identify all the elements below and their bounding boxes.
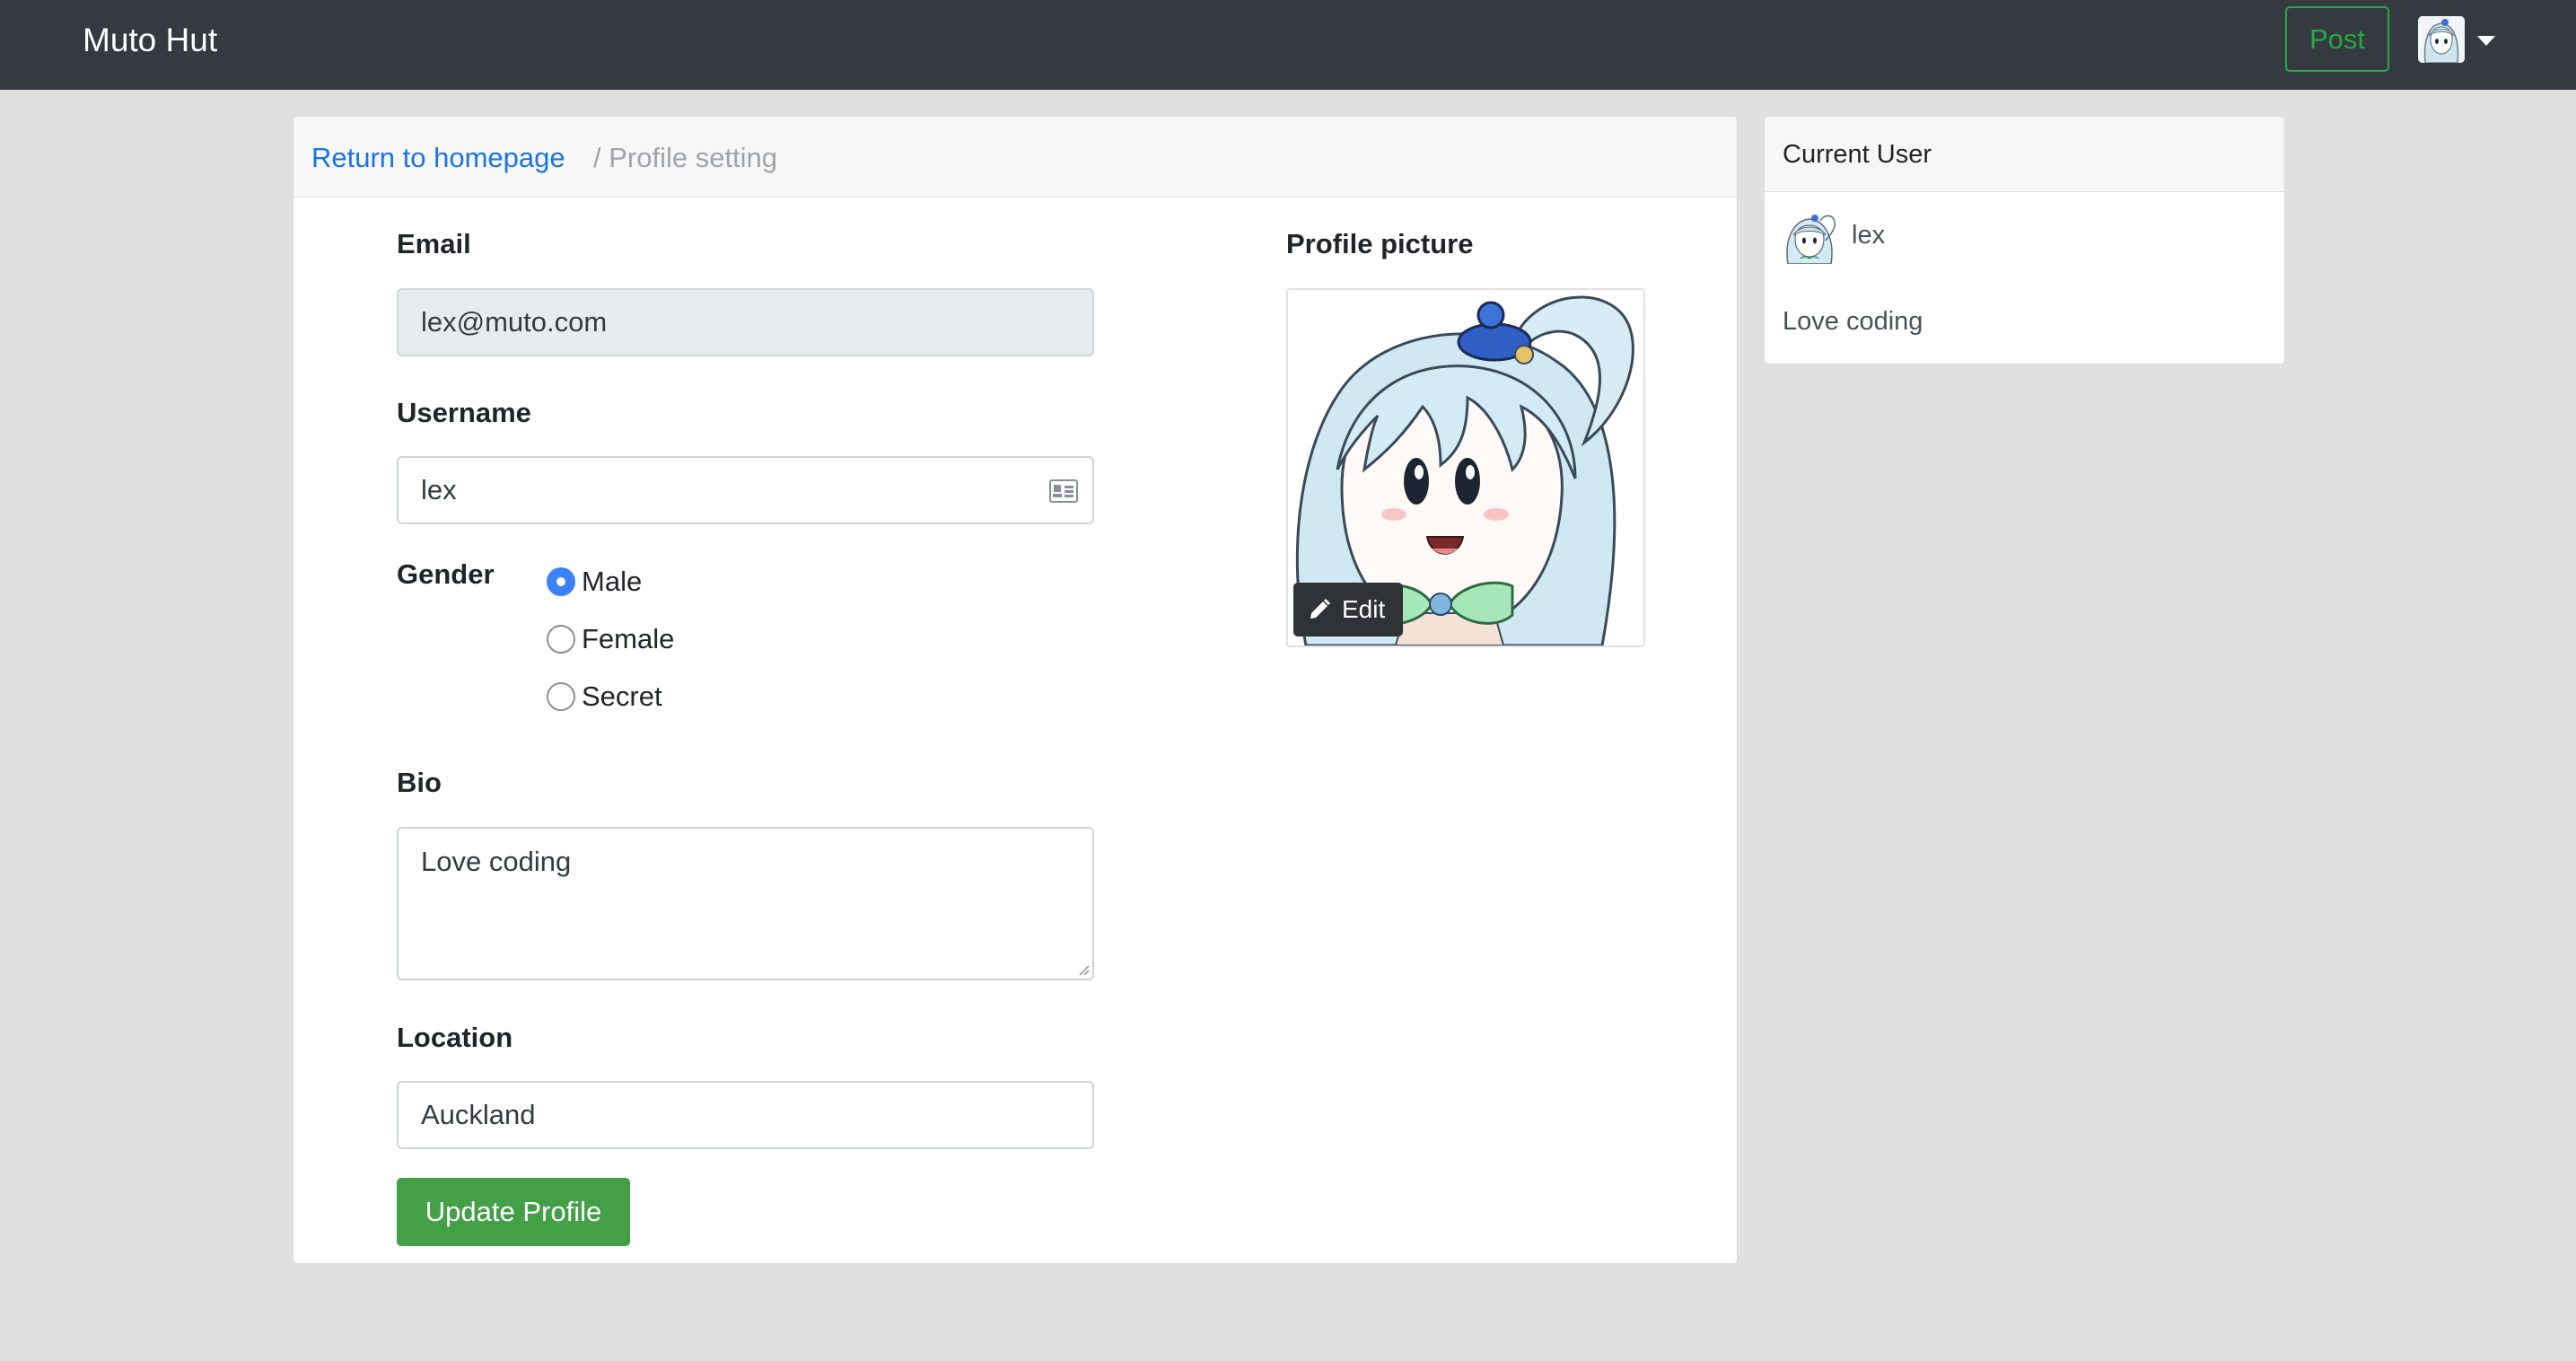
current-user-header: Current User — [1765, 117, 2284, 192]
username-field[interactable]: lex — [397, 456, 1094, 524]
username-label: Username — [397, 397, 531, 428]
edit-label: Edit — [1342, 595, 1386, 623]
current-user-avatar[interactable] — [1783, 210, 1836, 264]
radio-male[interactable] — [547, 567, 575, 596]
update-profile-button[interactable]: Update Profile — [397, 1178, 630, 1246]
email-label: Email — [397, 228, 471, 259]
breadcrumb-current: / Profile setting — [593, 142, 778, 173]
current-user-card: Current User lex Love coding — [1764, 116, 2285, 364]
profile-picture: Edit — [1286, 288, 1645, 647]
username-value: lex — [421, 474, 457, 505]
radio-secret[interactable] — [547, 682, 575, 711]
bio-value: Love coding — [421, 846, 572, 877]
caret-down-icon[interactable] — [2477, 36, 2495, 46]
bio-label: Bio — [397, 767, 442, 798]
edit-picture-button[interactable]: Edit — [1293, 583, 1403, 637]
bio-textarea[interactable]: Love coding — [397, 827, 1094, 980]
id-card-icon — [1049, 479, 1078, 503]
pencil-icon — [1310, 599, 1330, 619]
profile-picture-label: Profile picture — [1286, 228, 1474, 259]
current-user-bio: Love coding — [1783, 307, 1923, 336]
email-field[interactable]: lex@muto.com — [397, 288, 1094, 356]
post-button[interactable]: Post — [2285, 6, 2389, 72]
brand-logo[interactable]: Muto Hut — [83, 18, 217, 63]
gender-option-label: Female — [582, 623, 675, 654]
current-user-name[interactable]: lex — [1852, 217, 1885, 253]
gender-label: Gender — [397, 558, 495, 590]
top-navbar: Muto Hut Post — [0, 0, 2576, 90]
resize-handle-icon[interactable] — [1077, 963, 1090, 976]
breadcrumb: Return to homepage / Profile setting — [294, 117, 1737, 198]
return-home-link[interactable]: Return to homepage — [311, 140, 565, 176]
profile-settings-card: Return to homepage / Profile setting Ema… — [293, 116, 1738, 1264]
radio-female[interactable] — [547, 625, 575, 654]
location-field[interactable]: Auckland — [397, 1081, 1094, 1149]
gender-option-label: Secret — [582, 680, 662, 712]
location-label: Location — [397, 1022, 513, 1053]
gender-option-label: Male — [582, 566, 643, 597]
user-avatar[interactable] — [2418, 16, 2465, 63]
current-user-title: Current User — [1783, 140, 1932, 169]
